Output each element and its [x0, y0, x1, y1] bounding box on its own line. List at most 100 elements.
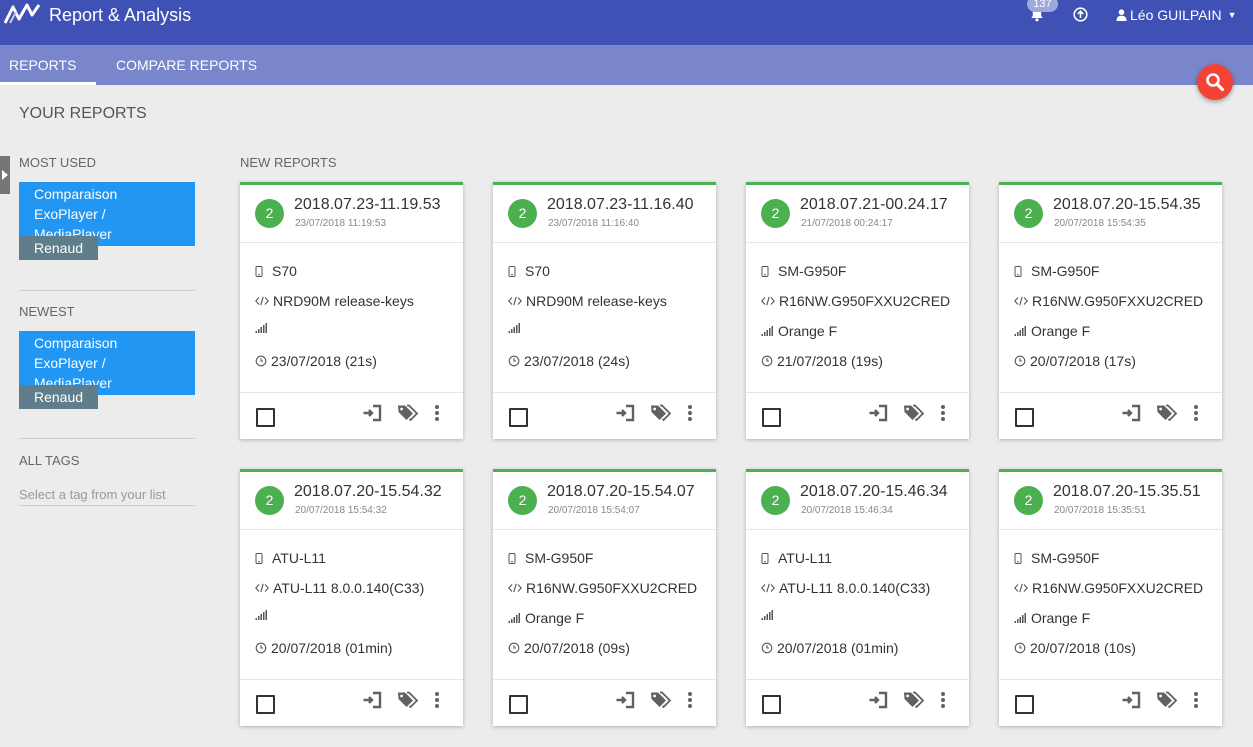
select-checkbox[interactable]	[509, 408, 528, 427]
code-icon	[761, 583, 775, 593]
report-date: 20/07/2018 (01min)	[777, 640, 899, 656]
phone-icon	[508, 265, 516, 277]
signal-icon	[761, 326, 773, 336]
more-options-icon[interactable]	[687, 404, 693, 422]
tags-icon[interactable]	[650, 691, 672, 709]
report-card-footer	[999, 679, 1222, 726]
build-version: NRD90M release-keys	[273, 293, 414, 309]
open-report-icon[interactable]	[1122, 691, 1142, 709]
tags-icon[interactable]	[397, 691, 419, 709]
upload-icon[interactable]	[1073, 7, 1088, 22]
report-card[interactable]: 2 2018.07.23-11.16.40 23/07/2018 11:16:4…	[493, 182, 716, 439]
notification-count-badge[interactable]: 137	[1027, 0, 1058, 12]
code-icon	[1014, 296, 1028, 306]
report-count-badge: 2	[761, 486, 790, 515]
clock-icon	[508, 355, 520, 367]
report-title[interactable]: 2018.07.20-15.54.32	[294, 483, 454, 501]
report-card[interactable]: 2 2018.07.21-00.24.17 21/07/2018 00:24:1…	[746, 182, 969, 439]
report-count-badge: 2	[508, 199, 537, 228]
signal-icon	[508, 323, 520, 333]
network-row: Orange F	[1014, 610, 1090, 626]
clock-icon	[761, 642, 773, 654]
tab-reports[interactable]: REPORTS	[9, 57, 76, 73]
report-card[interactable]: 2 2018.07.20-15.54.35 20/07/2018 15:54:3…	[999, 182, 1222, 439]
more-options-icon[interactable]	[940, 691, 946, 709]
report-card-header: 2 2018.07.20-15.54.35 20/07/2018 15:54:3…	[999, 185, 1222, 243]
report-card-header: 2 2018.07.21-00.24.17 21/07/2018 00:24:1…	[746, 185, 969, 243]
most-used-tag-renaud[interactable]: Renaud	[19, 236, 98, 260]
report-card[interactable]: 2 2018.07.20-15.54.32 20/07/2018 15:54:3…	[240, 469, 463, 726]
open-report-icon[interactable]	[869, 404, 889, 422]
select-checkbox[interactable]	[256, 695, 275, 714]
more-options-icon[interactable]	[687, 691, 693, 709]
signal-icon	[1014, 326, 1026, 336]
code-icon	[255, 583, 269, 593]
build-row: R16NW.G950FXXU2CRED	[1014, 293, 1203, 309]
report-card-footer	[240, 392, 463, 439]
open-report-icon[interactable]	[869, 691, 889, 709]
report-card-footer	[493, 392, 716, 439]
date-row: 20/07/2018 (17s)	[1014, 353, 1136, 369]
phone-icon	[761, 552, 769, 564]
select-checkbox[interactable]	[1015, 408, 1034, 427]
sidebar-toggle[interactable]	[0, 156, 10, 194]
select-checkbox[interactable]	[762, 408, 781, 427]
report-title[interactable]: 2018.07.20-15.54.35	[1053, 196, 1213, 214]
all-tags-label: ALL TAGS	[19, 453, 80, 468]
device-name: ATU-L11	[272, 550, 326, 566]
report-timestamp: 23/07/2018 11:19:53	[295, 218, 387, 229]
report-card[interactable]: 2 2018.07.20-15.46.34 20/07/2018 15:46:3…	[746, 469, 969, 726]
report-card[interactable]: 2 2018.07.23-11.19.53 23/07/2018 11:19:5…	[240, 182, 463, 439]
more-options-icon[interactable]	[1193, 691, 1199, 709]
signal-icon	[761, 610, 773, 620]
tags-icon[interactable]	[1156, 404, 1178, 422]
report-title[interactable]: 2018.07.23-11.19.53	[294, 196, 454, 214]
tags-icon[interactable]	[1156, 691, 1178, 709]
tags-icon[interactable]	[650, 404, 672, 422]
tags-icon[interactable]	[903, 691, 925, 709]
report-card[interactable]: 2 2018.07.20-15.54.07 20/07/2018 15:54:0…	[493, 469, 716, 726]
tab-bar: REPORTS COMPARE REPORTS	[0, 45, 1253, 85]
user-menu[interactable]: Léo GUILPAIN ▼	[1116, 7, 1236, 23]
report-count-badge: 2	[1014, 199, 1043, 228]
tags-icon[interactable]	[397, 404, 419, 422]
open-report-icon[interactable]	[616, 691, 636, 709]
device-row: S70	[255, 263, 297, 279]
open-report-icon[interactable]	[1122, 404, 1142, 422]
network-row	[761, 610, 778, 620]
select-checkbox[interactable]	[509, 695, 528, 714]
more-options-icon[interactable]	[1193, 404, 1199, 422]
report-title[interactable]: 2018.07.20-15.35.51	[1053, 483, 1213, 501]
build-version: NRD90M release-keys	[526, 293, 667, 309]
clock-icon	[761, 355, 773, 367]
more-options-icon[interactable]	[434, 691, 440, 709]
more-options-icon[interactable]	[940, 404, 946, 422]
network-row	[255, 610, 272, 620]
more-options-icon[interactable]	[434, 404, 440, 422]
app-logo-icon[interactable]	[4, 3, 40, 25]
tags-icon[interactable]	[903, 404, 925, 422]
select-checkbox[interactable]	[256, 408, 275, 427]
search-button[interactable]	[1197, 64, 1233, 100]
report-card-footer	[240, 679, 463, 726]
select-checkbox[interactable]	[762, 695, 781, 714]
select-checkbox[interactable]	[1015, 695, 1034, 714]
report-title[interactable]: 2018.07.21-00.24.17	[800, 196, 960, 214]
tag-search-input[interactable]	[19, 484, 195, 506]
clock-icon	[1014, 642, 1026, 654]
open-report-icon[interactable]	[363, 404, 383, 422]
build-version: ATU-L11 8.0.0.140(C33)	[779, 580, 931, 596]
clock-icon	[255, 355, 267, 367]
new-reports-label: NEW REPORTS	[240, 155, 337, 170]
report-title[interactable]: 2018.07.23-11.16.40	[547, 196, 707, 214]
open-report-icon[interactable]	[363, 691, 383, 709]
phone-icon	[255, 552, 263, 564]
report-title[interactable]: 2018.07.20-15.54.07	[547, 483, 707, 501]
open-report-icon[interactable]	[616, 404, 636, 422]
report-card[interactable]: 2 2018.07.20-15.35.51 20/07/2018 15:35:5…	[999, 469, 1222, 726]
report-title[interactable]: 2018.07.20-15.46.34	[800, 483, 960, 501]
tab-compare-reports[interactable]: COMPARE REPORTS	[116, 57, 257, 73]
date-row: 20/07/2018 (01min)	[255, 640, 392, 656]
code-icon	[508, 296, 522, 306]
newest-tag-renaud[interactable]: Renaud	[19, 385, 98, 409]
